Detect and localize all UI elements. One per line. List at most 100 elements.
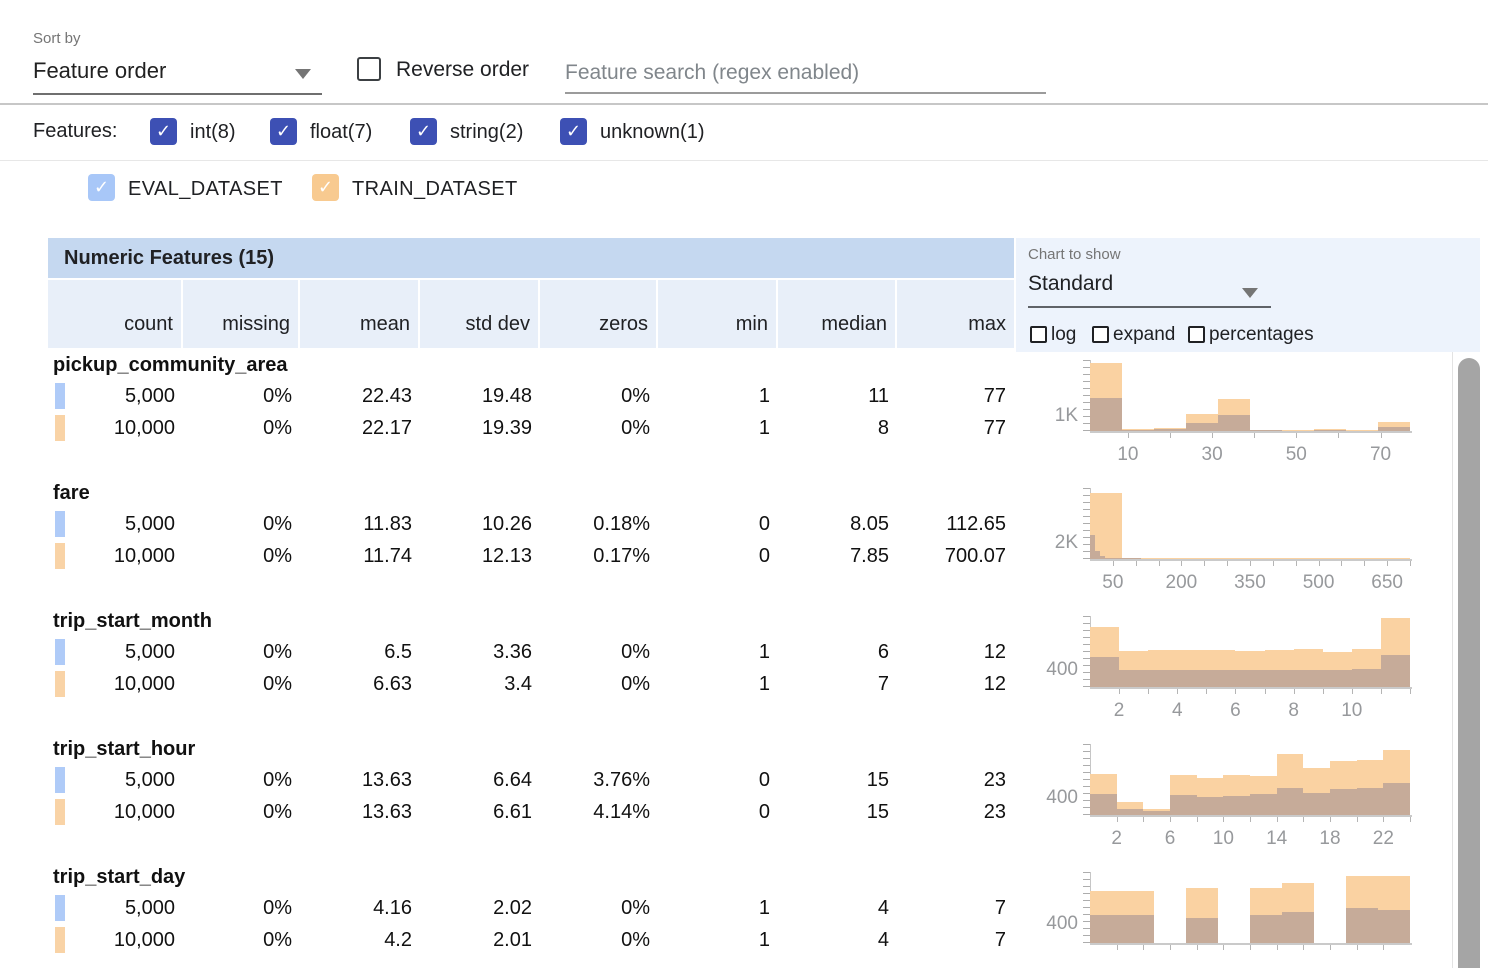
sort-by-select[interactable]: Feature order <box>33 56 322 94</box>
hist-bar <box>1090 915 1122 943</box>
x-axis-tick <box>1352 689 1353 694</box>
hist-bar <box>1277 788 1304 815</box>
stat-cell: 15 <box>778 796 897 828</box>
y-axis-tick <box>1083 551 1090 552</box>
sort-by-label: Sort by <box>33 30 81 47</box>
filter-label-int: int(8) <box>190 121 236 144</box>
x-axis-tick <box>1330 817 1331 822</box>
x-axis-label: 50 <box>1083 572 1143 594</box>
toolbar-divider <box>0 103 1488 105</box>
y-axis-tick <box>1083 488 1090 489</box>
x-axis-label: 6 <box>1205 700 1265 722</box>
stat-cell: 1 <box>658 924 778 956</box>
reverse-order-checkbox[interactable] <box>357 57 381 81</box>
histogram-trip_start_day: 400 <box>1020 864 1420 968</box>
feature-name: trip_start_day <box>53 866 185 889</box>
x-axis-tick <box>1170 817 1171 822</box>
hist-bar <box>1197 797 1224 815</box>
y-axis-tick <box>1083 409 1090 410</box>
log-checkbox[interactable] <box>1030 326 1047 343</box>
stat-cell: 1 <box>658 636 778 668</box>
stat-cell: 5,000 <box>48 380 183 412</box>
stat-cell: 0% <box>540 924 658 956</box>
histogram-trip_start_hour: 4002610141822 <box>1020 736 1420 866</box>
filter-checkbox-float[interactable] <box>270 118 297 145</box>
stat-cell: 5,000 <box>48 892 183 924</box>
stat-cell: 10.26 <box>420 508 540 540</box>
stat-cell: 1 <box>658 412 778 444</box>
hist-bar <box>1170 795 1197 815</box>
hist-bar <box>1357 788 1384 815</box>
filter-checkbox-int[interactable] <box>150 118 177 145</box>
stat-cell: 0% <box>183 924 300 956</box>
stat-cell: 19.39 <box>420 412 540 444</box>
scrollbar-track[interactable] <box>1452 352 1488 968</box>
y-axis-tick <box>1083 921 1090 922</box>
y-axis-tick <box>1083 679 1090 680</box>
x-axis-tick <box>1303 945 1304 950</box>
stat-cell: 11.74 <box>300 540 420 572</box>
x-axis-label: 8 <box>1264 700 1324 722</box>
stat-cell: 6.63 <box>300 668 420 700</box>
feature-block-pickup_community_area: pickup_community_area5,0000%22.4319.480%… <box>48 352 1014 480</box>
stat-cell: 0% <box>540 636 658 668</box>
stat-cell: 13.63 <box>300 764 420 796</box>
y-axis-tick <box>1083 658 1090 659</box>
stat-cell: 7 <box>778 668 897 700</box>
hist-bar <box>1119 670 1148 687</box>
x-axis-tick <box>1296 433 1297 438</box>
y-axis-tick <box>1083 758 1090 759</box>
dataset-checkbox-eval[interactable] <box>88 174 115 201</box>
feature-name: trip_start_hour <box>53 738 195 761</box>
scrollbar-thumb[interactable] <box>1458 358 1480 968</box>
x-axis-tick <box>1177 689 1178 694</box>
stat-cell: 4.16 <box>300 892 420 924</box>
feature-stats-row: 5,0000%6.53.360%1612 <box>48 636 1014 668</box>
percentages-checkbox[interactable] <box>1188 326 1205 343</box>
chart-type-select[interactable]: Standard <box>1028 272 1113 296</box>
stat-cell: 23 <box>897 764 1014 796</box>
stat-cell: 0% <box>183 668 300 700</box>
chevron-down-icon <box>295 69 311 79</box>
column-header-median: median <box>778 280 897 348</box>
stat-cell: 11.83 <box>300 508 420 540</box>
feature-stats-table: pickup_community_area5,0000%22.4319.480%… <box>48 352 1014 968</box>
y-axis-tick <box>1083 381 1090 382</box>
x-axis-label: 10 <box>1193 828 1253 850</box>
x-axis-tick <box>1117 945 1118 950</box>
stat-cell: 6 <box>778 636 897 668</box>
expand-checkbox[interactable] <box>1092 326 1109 343</box>
stat-cell: 7 <box>897 924 1014 956</box>
y-axis-tick <box>1083 502 1090 503</box>
y-axis-tick <box>1083 872 1090 873</box>
facets-overview-page: Sort by Feature order Reverse order Feat… <box>0 0 1488 968</box>
x-axis-tick <box>1387 561 1388 566</box>
x-axis-label: 10 <box>1322 700 1382 722</box>
filter-checkbox-string[interactable] <box>410 118 437 145</box>
stat-cell: 0 <box>658 796 778 828</box>
feature-stats-row: 5,0000%11.8310.260.18%08.05112.65 <box>48 508 1014 540</box>
feature-stats-row: 5,0000%4.162.020%147 <box>48 892 1014 924</box>
y-axis-tick <box>1083 395 1090 396</box>
feature-search-input[interactable] <box>565 54 1046 94</box>
filter-checkbox-unknown[interactable] <box>560 118 587 145</box>
x-axis-line <box>1090 431 1412 433</box>
stat-cell: 6.5 <box>300 636 420 668</box>
y-axis-tick <box>1083 616 1090 617</box>
x-axis-line <box>1090 687 1412 689</box>
x-axis-tick <box>1206 689 1207 694</box>
y-axis-tick <box>1083 900 1090 901</box>
hist-bar <box>1383 783 1410 815</box>
dataset-checkbox-train[interactable] <box>312 174 339 201</box>
x-axis-line <box>1090 815 1412 817</box>
x-axis-tick <box>1410 817 1411 822</box>
x-axis-tick <box>1277 817 1278 822</box>
x-axis-tick <box>1277 945 1278 950</box>
x-axis-label: 2 <box>1089 700 1149 722</box>
stat-cell: 0% <box>183 636 300 668</box>
x-axis-tick <box>1323 689 1324 694</box>
feature-block-trip_start_hour: trip_start_hour5,0000%13.636.643.76%0152… <box>48 736 1014 864</box>
x-axis-label: 650 <box>1357 572 1417 594</box>
stat-cell: 7 <box>897 892 1014 924</box>
histogram-fare: 2K50200350500650 <box>1020 480 1420 610</box>
